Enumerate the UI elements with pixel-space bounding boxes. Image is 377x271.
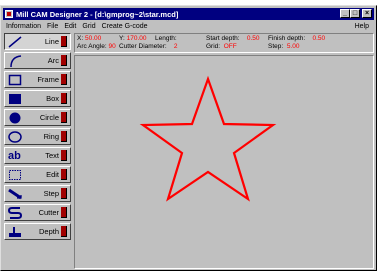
tool-step-button[interactable]: Step: [4, 185, 71, 202]
menu-create-gcode[interactable]: Create G-code: [99, 23, 151, 30]
menu-edit[interactable]: Edit: [61, 23, 79, 30]
tool-depth-label: Depth: [38, 227, 59, 236]
tool-text-swatch: [61, 150, 67, 161]
menu-help[interactable]: Help: [352, 23, 372, 30]
tool-edit-button[interactable]: Edit: [4, 166, 71, 183]
arc-icon: [10, 55, 22, 67]
grid-label: Grid:: [206, 43, 221, 50]
app-icon[interactable]: [5, 10, 13, 18]
depth-icon: [9, 227, 21, 237]
ring-icon: [8, 131, 22, 143]
title-bar[interactable]: Mill CAM Designer 2 - [d:\gmprog~2\star.…: [3, 8, 374, 20]
tool-edit-label: Edit: [46, 170, 59, 179]
drawing-surface: [139, 75, 277, 202]
tool-line-label: Line: [44, 37, 59, 46]
tool-frame-label: Frame: [37, 75, 59, 84]
close-button[interactable]: ×: [362, 9, 372, 18]
tool-box-button[interactable]: Box: [4, 90, 71, 107]
tool-palette: Line Arc Frame Box Circle Ring ab Text E…: [4, 33, 71, 242]
tool-ring-label: Ring: [43, 132, 59, 141]
arc-angle-value: 90: [108, 43, 116, 50]
finish-depth-readout: Finish depth: 0.50: [268, 35, 325, 42]
tool-circle-swatch: [61, 112, 67, 123]
window-controls: _ □ ×: [340, 9, 372, 18]
circle-icon: [9, 112, 21, 124]
menu-information[interactable]: Information: [3, 23, 44, 30]
tool-ring-swatch: [61, 131, 67, 142]
tool-frame-button[interactable]: Frame: [4, 71, 71, 88]
tool-line-swatch: [61, 36, 67, 47]
window-title: Mill CAM Designer 2 - [d:\gmprog~2\star.…: [16, 9, 179, 19]
tool-arc-swatch: [61, 55, 67, 66]
tool-edit-swatch: [61, 169, 67, 180]
text-icon: ab: [8, 150, 21, 162]
edit-icon: [9, 170, 21, 180]
arc-angle-label: Arc Angle:: [77, 43, 107, 50]
app-window: Mill CAM Designer 2 - [d:\gmprog~2\star.…: [0, 5, 377, 271]
tool-cutter-button[interactable]: Cutter: [4, 204, 71, 221]
tool-cutter-swatch: [61, 207, 67, 218]
tool-box-label: Box: [46, 94, 59, 103]
finish-depth-label: Finish depth:: [268, 35, 306, 42]
menu-grid[interactable]: Grid: [79, 23, 98, 30]
grid-value: OFF: [223, 43, 237, 50]
x-label: X:: [77, 35, 84, 42]
box-icon: [9, 94, 21, 104]
tool-arc-button[interactable]: Arc: [4, 52, 71, 69]
step-icon: [8, 188, 22, 200]
tool-text-button[interactable]: ab Text: [4, 147, 71, 164]
y-value: 170.00: [126, 35, 147, 42]
y-label: Y:: [119, 35, 125, 42]
tool-depth-button[interactable]: Depth: [4, 223, 71, 240]
tool-step-swatch: [61, 188, 67, 199]
tool-text-label: Text: [45, 151, 59, 160]
start-depth-value: 0.50: [246, 35, 260, 42]
menu-bar: Information File Edit Grid Create G-code…: [3, 21, 374, 31]
cutter-diameter-label: Cutter Diameter:: [119, 43, 167, 50]
tool-depth-swatch: [61, 226, 67, 237]
x-coordinate: X: 50.00: [77, 35, 101, 42]
frame-icon: [8, 74, 22, 86]
arc-angle-readout: Arc Angle: 90: [77, 43, 116, 50]
maximize-button[interactable]: □: [350, 9, 360, 18]
grid-readout: Grid: OFF: [206, 43, 237, 50]
tool-box-swatch: [61, 93, 67, 104]
cutter-icon: [8, 207, 22, 219]
minimize-button[interactable]: _: [340, 9, 350, 18]
menu-file[interactable]: File: [44, 23, 61, 30]
cutter-diameter-readout: Cutter Diameter: 2: [119, 43, 178, 50]
tool-circle-label: Circle: [39, 113, 59, 122]
start-depth-readout: Start depth: 0.50: [206, 35, 260, 42]
cutter-diameter-value: 2: [173, 43, 178, 50]
x-value: 50.00: [84, 35, 102, 42]
length-label: Length:: [155, 35, 177, 42]
status-panel: X: 50.00 Y: 170.00 Length: Arc Angle: 90…: [74, 33, 374, 53]
step-readout: Step: 5.00: [268, 43, 299, 50]
finish-depth-value: 0.50: [312, 35, 326, 42]
tool-line-button[interactable]: Line: [4, 33, 71, 50]
tool-circle-button[interactable]: Circle: [4, 109, 71, 126]
tool-step-label: Step: [43, 189, 59, 198]
y-coordinate: Y: 170.00: [119, 35, 147, 42]
tool-cutter-label: Cutter: [38, 208, 59, 217]
line-icon: [8, 36, 22, 48]
star-shape[interactable]: [139, 75, 277, 202]
tool-frame-swatch: [61, 74, 67, 85]
step-label: Step:: [268, 43, 284, 50]
tool-ring-button[interactable]: Ring: [4, 128, 71, 145]
start-depth-label: Start depth:: [206, 35, 240, 42]
drawing-canvas[interactable]: [74, 55, 374, 269]
step-value: 5.00: [286, 43, 300, 50]
length-readout: Length:: [155, 35, 177, 42]
tool-arc-label: Arc: [47, 56, 59, 65]
